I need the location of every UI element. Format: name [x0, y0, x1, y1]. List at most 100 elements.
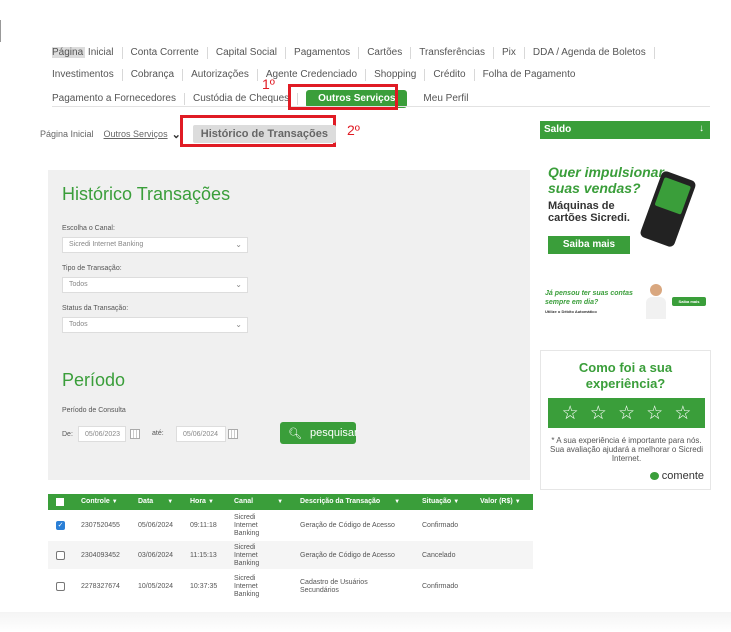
nav-dda[interactable]: DDA / Agenda de Boletos	[525, 47, 655, 59]
cell-controle: 2304093452	[81, 552, 120, 559]
header-data[interactable]: Data ▼	[138, 498, 173, 505]
cell-canal: Sicredi Internet Banking	[234, 514, 260, 537]
header-descricao[interactable]: Descrição da Transação ▼	[300, 498, 400, 505]
page-title: Histórico Transações	[62, 184, 231, 204]
sort-arrow-icon: ▼	[453, 499, 460, 505]
star-icon[interactable]: ☆	[646, 402, 663, 425]
sort-arrow-icon: ▼	[514, 499, 521, 505]
ad-debit-text: Já pensou ter suas contas sempre em dia?	[545, 290, 633, 306]
date-to-input[interactable]: 05/06/2024	[176, 426, 226, 442]
comment-link[interactable]: comente	[649, 470, 704, 482]
ad-debit-person-image	[640, 282, 672, 320]
annotation-number-1: 1º	[262, 76, 275, 92]
page-bottom	[0, 612, 731, 632]
canal-select-value: Sicredi Internet Banking	[69, 241, 144, 248]
row-checkbox[interactable]	[56, 582, 65, 591]
chevron-down-icon: ⌄	[235, 280, 242, 289]
annotation-number-2: 2º	[347, 122, 360, 138]
nav-highlight-rest: Inicial	[85, 47, 114, 58]
star-icon[interactable]: ☆	[590, 402, 607, 425]
nav-highlight: Página	[52, 47, 86, 58]
date-from-input[interactable]: 05/06/2023	[78, 426, 126, 442]
nav-cartoes[interactable]: Cartões	[359, 47, 412, 59]
ad-debit-small: Utilize o Débito Automático	[545, 309, 597, 314]
tipo-select-value: Todos	[69, 281, 88, 288]
nav-credito[interactable]: Crédito	[425, 69, 475, 81]
star-icon[interactable]: ☆	[618, 402, 635, 425]
status-label: Status da Transação:	[62, 305, 129, 312]
sort-arrow-icon: ▼	[207, 499, 214, 505]
de-label: De:	[62, 431, 73, 438]
header-hora[interactable]: Hora ▼	[190, 498, 214, 505]
cell-data: 05/06/2024	[138, 522, 174, 529]
nav-folha-pagamento[interactable]: Folha de Pagamento	[475, 69, 584, 81]
breadcrumb-section[interactable]: Outros Serviços	[104, 129, 168, 139]
table-row[interactable]: ✓ 2307520455 05/06/2024 09:11:18 Sicredi…	[48, 511, 533, 539]
tipo-select[interactable]: Todos ⌄	[62, 277, 248, 293]
header-situacao[interactable]: Situação ▼	[422, 498, 459, 505]
ad-card-machines-subtitle: Máquinas de cartões Sicredi.	[548, 200, 630, 224]
cell-hora: 10:37:35	[190, 583, 218, 590]
ad-debit-button[interactable]: Saiba mais	[672, 297, 706, 306]
nav-meu-perfil[interactable]: Meu Perfil	[415, 93, 476, 105]
cell-situacao: Confirmado	[422, 522, 459, 529]
table-row[interactable]: 2278327674 10/05/2024 10:37:35 Sicredi In…	[48, 572, 533, 600]
header-canal[interactable]: Canal ▼	[234, 498, 283, 505]
search-button[interactable]: 🔍︎ pesquisar	[280, 422, 358, 444]
annotation-box-1	[288, 84, 398, 110]
nav-investimentos[interactable]: Investimentos	[52, 69, 123, 81]
canal-select[interactable]: Sicredi Internet Banking ⌄	[62, 237, 248, 253]
nav-pix[interactable]: Pix	[494, 47, 525, 59]
breadcrumb-current[interactable]: Histórico de Transações	[192, 125, 336, 143]
survey-text: * A sua experiência é importante para nó…	[550, 436, 703, 463]
breadcrumb-home[interactable]: Página Inicial	[40, 129, 94, 139]
arrow-down-icon: ↓	[699, 123, 704, 134]
cell-hora: 11:15:13	[190, 552, 217, 559]
nav-pagina-inicial[interactable]: Página Inicial	[52, 47, 123, 59]
row-checkbox[interactable]	[56, 551, 65, 560]
nav-pagamentos[interactable]: Pagamentos	[286, 47, 360, 59]
sort-arrow-icon: ▼	[277, 499, 284, 505]
nav-custodia-cheques[interactable]: Custódia de Cheques	[185, 93, 299, 105]
experience-survey: Como foi a sua experiência? ☆ ☆ ☆ ☆ ☆ * …	[540, 350, 711, 490]
saldo-bar[interactable]: Saldo ↓	[540, 121, 710, 139]
nav-row-1: Página Inicial Conta Corrente Capital So…	[52, 47, 655, 59]
window-edge	[0, 20, 1, 42]
nav-shopping[interactable]: Shopping	[366, 69, 426, 81]
nav-capital-social[interactable]: Capital Social	[208, 47, 287, 59]
header-valor[interactable]: Valor (R$) ▼	[480, 498, 521, 505]
star-icon[interactable]: ☆	[674, 402, 691, 425]
star-icon[interactable]: ☆	[562, 402, 579, 425]
nav-row-2: Investimentos Cobrança Autorizações Agen…	[52, 69, 583, 81]
calendar-icon[interactable]	[228, 429, 238, 439]
sort-arrow-icon: ▼	[394, 499, 401, 505]
select-all-checkbox[interactable]	[56, 498, 64, 506]
header-controle[interactable]: Controle ▼	[81, 498, 118, 505]
nav-pagamento-fornecedores[interactable]: Pagamento a Fornecedores	[52, 93, 185, 105]
periodo-label: Período de Consulta	[62, 407, 126, 414]
comment-label: comente	[661, 470, 704, 482]
cell-descricao: Cadastro de Usuários Secundários	[300, 579, 368, 594]
cell-canal: Sicredi Internet Banking	[234, 544, 260, 567]
nav-autorizacoes[interactable]: Autorizações	[183, 69, 258, 81]
breadcrumb: Página Inicial Outros Serviços ⌄ Históri…	[40, 125, 336, 143]
chevron-down-icon: ⌄	[235, 320, 242, 329]
nav-conta-corrente[interactable]: Conta Corrente	[123, 47, 208, 59]
status-select[interactable]: Todos ⌄	[62, 317, 248, 333]
ate-label: até:	[152, 430, 164, 437]
search-button-label: pesquisar	[309, 427, 358, 439]
calendar-icon[interactable]	[130, 429, 140, 439]
row-checkbox[interactable]: ✓	[56, 521, 65, 530]
survey-title: Como foi a sua experiência?	[578, 360, 673, 391]
cell-situacao: Confirmado	[422, 583, 459, 590]
search-icon: 🔍︎	[288, 427, 302, 440]
ad-card-machines-button[interactable]: Saiba mais	[548, 236, 630, 254]
cell-situacao: Cancelado	[422, 552, 456, 559]
saldo-label: Saldo	[544, 124, 572, 135]
chevron-down-icon[interactable]: ⌄	[172, 128, 181, 141]
cell-canal: Sicredi Internet Banking	[234, 575, 260, 598]
table-row[interactable]: 2304093452 03/06/2024 11:15:13 Sicredi In…	[48, 541, 533, 569]
table-header: Controle ▼ Data ▼ Hora ▼ Canal ▼ Descrição d…	[48, 494, 533, 510]
nav-transferencias[interactable]: Transferências	[411, 47, 494, 59]
nav-cobranca[interactable]: Cobrança	[123, 69, 184, 81]
